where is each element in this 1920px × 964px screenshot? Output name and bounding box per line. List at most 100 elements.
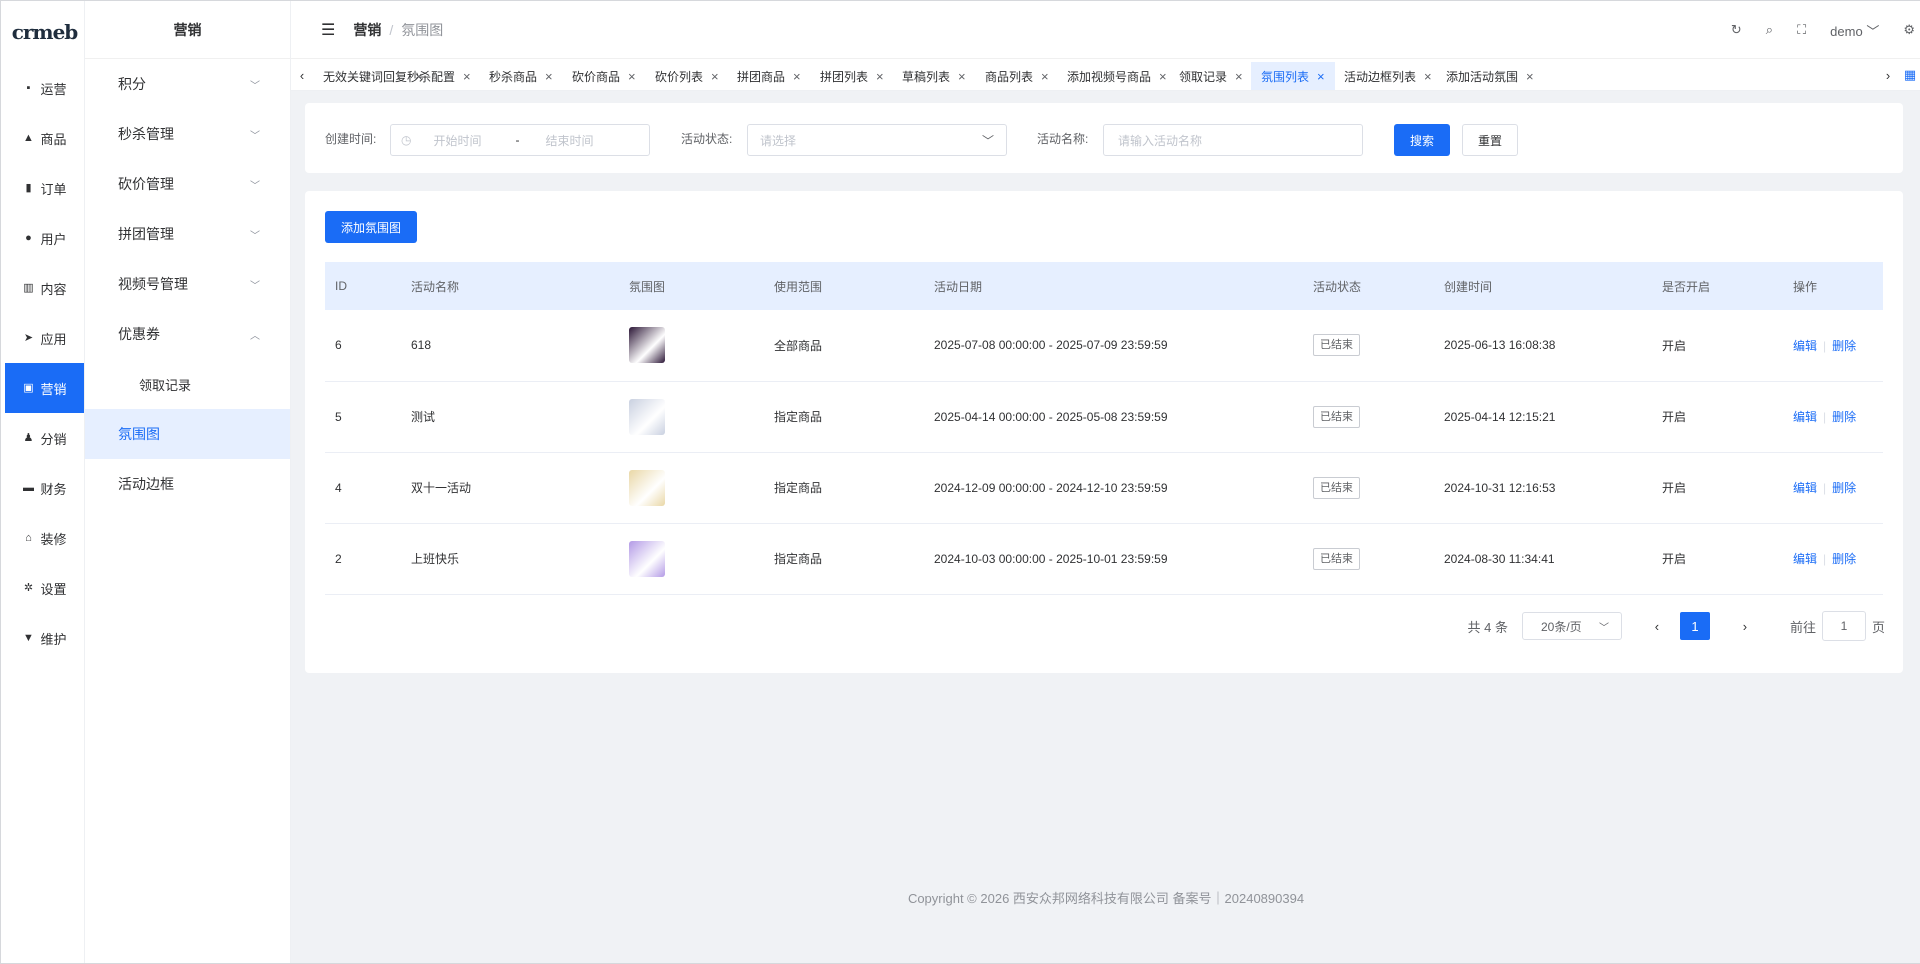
nav-item-gear[interactable]: ✲ 设置 bbox=[5, 563, 84, 613]
prev-page-icon[interactable]: ‹ bbox=[1642, 619, 1672, 634]
column-header: 活动名称 bbox=[401, 262, 619, 310]
close-icon[interactable]: × bbox=[1159, 69, 1167, 84]
menu-group-groupbuy[interactable]: 拼团管理 ﹀ bbox=[85, 209, 290, 259]
share-icon: ♟ bbox=[23, 432, 34, 444]
tab-item[interactable]: 活动边框列表 × bbox=[1334, 62, 1442, 90]
tab-menu-icon[interactable]: ▦ bbox=[1899, 59, 1920, 90]
menu-group-points[interactable]: 积分 ﹀ bbox=[85, 59, 290, 109]
nav-item-bag[interactable]: ▲ 商品 bbox=[5, 113, 84, 163]
nav-item-clipboard[interactable]: ▮ 订单 bbox=[5, 163, 84, 213]
add-atmosphere-button[interactable]: 添加氛围图 bbox=[325, 211, 417, 243]
search-button[interactable]: 搜索 bbox=[1394, 124, 1450, 156]
tab-item[interactable]: 氛围列表 × bbox=[1251, 62, 1335, 90]
menu-item-atmosphere[interactable]: 氛围图 bbox=[85, 409, 290, 459]
tab-item[interactable]: 草稿列表 × bbox=[892, 62, 976, 90]
close-icon[interactable]: × bbox=[628, 69, 636, 84]
menu-item-activity-border[interactable]: 活动边框 bbox=[85, 459, 290, 509]
status-select[interactable]: 请选择 ﹀ bbox=[747, 124, 1007, 156]
close-icon[interactable]: × bbox=[545, 69, 553, 84]
cell-thumbnail bbox=[619, 381, 764, 453]
tab-item[interactable]: 拼团商品 × bbox=[727, 62, 811, 90]
delete-link[interactable]: 删除 bbox=[1832, 410, 1856, 424]
reset-button[interactable]: 重置 bbox=[1462, 124, 1518, 156]
user-menu[interactable]: demo ﹀ bbox=[1830, 21, 1879, 40]
menu-group-label: 视频号管理 bbox=[118, 276, 188, 292]
fullscreen-icon[interactable]: ⛶ bbox=[1797, 22, 1806, 38]
send-icon: ➤ bbox=[23, 332, 34, 344]
delete-link[interactable]: 删除 bbox=[1832, 552, 1856, 566]
atmosphere-thumbnail[interactable] bbox=[629, 540, 665, 577]
close-icon[interactable]: × bbox=[1526, 69, 1534, 84]
menu-toggle-icon[interactable]: ☰ bbox=[321, 20, 335, 40]
nav-item-home[interactable]: ⌂ 装修 bbox=[5, 513, 84, 563]
nav-item-chart[interactable]: ▥ 内容 bbox=[5, 263, 84, 313]
nav-item-tag[interactable]: ▣ 营销 bbox=[5, 363, 84, 413]
edit-link[interactable]: 编辑 bbox=[1793, 339, 1817, 353]
menu-group-seckill[interactable]: 秒杀管理 ﹀ bbox=[85, 109, 290, 159]
cell-date: 2025-04-14 00:00:00 - 2025-05-08 23:59:5… bbox=[924, 381, 1303, 453]
cell-name: 上班快乐 bbox=[401, 523, 619, 595]
tab-item[interactable]: 秒杀配置 × bbox=[397, 62, 481, 90]
tab-label: 秒杀配置 bbox=[407, 69, 456, 84]
tab-item[interactable]: 添加活动氛围 × bbox=[1436, 62, 1544, 90]
goto-page-input[interactable]: 1 bbox=[1821, 611, 1866, 641]
menu-item-claim-records[interactable]: 领取记录 bbox=[85, 359, 290, 409]
clipboard-icon: ▮ bbox=[25, 182, 32, 194]
search-icon[interactable]: ⌕ bbox=[1766, 22, 1773, 38]
tab-label: 无效关键词回复 bbox=[323, 69, 408, 84]
nav-item-label: 订单 bbox=[40, 181, 67, 197]
tab-item[interactable]: 商品列表 × bbox=[975, 62, 1059, 90]
tab-item[interactable]: 拼团列表 × bbox=[810, 62, 894, 90]
atmosphere-thumbnail[interactable] bbox=[629, 327, 665, 364]
nav-item-user[interactable]: ● 用户 bbox=[5, 213, 84, 263]
page-number-current[interactable]: 1 bbox=[1679, 612, 1710, 640]
page-size-select[interactable]: 20条/页 ﹀ bbox=[1521, 612, 1622, 640]
edit-link[interactable]: 编辑 bbox=[1793, 481, 1817, 495]
close-icon[interactable]: × bbox=[1041, 69, 1049, 84]
delete-link[interactable]: 删除 bbox=[1832, 481, 1856, 495]
delete-link[interactable]: 删除 bbox=[1832, 339, 1856, 353]
breadcrumb-item[interactable]: 营销 bbox=[353, 22, 381, 38]
close-icon[interactable]: × bbox=[1235, 69, 1243, 84]
atmosphere-thumbnail[interactable] bbox=[629, 398, 665, 435]
nav-item-wallet[interactable]: ▬ 财务 bbox=[5, 463, 84, 513]
nav-item-grid[interactable]: ▪ 运营 bbox=[5, 63, 84, 113]
close-icon[interactable]: × bbox=[958, 69, 966, 84]
nav-item-tool[interactable]: ▼ 维护 bbox=[5, 613, 84, 663]
gear-icon: ✲ bbox=[23, 582, 34, 594]
tab-scroll-left-icon[interactable]: ‹ bbox=[291, 59, 313, 90]
next-page-icon[interactable]: › bbox=[1730, 619, 1760, 634]
name-input[interactable]: 请输入活动名称 bbox=[1103, 124, 1363, 156]
tab-item[interactable]: 砍价列表 × bbox=[645, 62, 729, 90]
close-icon[interactable]: × bbox=[876, 69, 884, 84]
tab-item[interactable]: 领取记录 × bbox=[1169, 62, 1253, 90]
menu-group-channels[interactable]: 视频号管理 ﹀ bbox=[85, 259, 290, 309]
close-icon[interactable]: × bbox=[793, 69, 801, 84]
refresh-icon[interactable]: ↻ bbox=[1731, 22, 1742, 38]
cell-thumbnail bbox=[619, 452, 764, 524]
menu-group-bargain[interactable]: 砍价管理 ﹀ bbox=[85, 159, 290, 209]
breadcrumb: 营销 / 氛围图 bbox=[353, 20, 443, 40]
created-time-range[interactable]: ◷ 开始时间 - 结束时间 bbox=[390, 124, 650, 156]
page-size-value: 20条/页 bbox=[1540, 619, 1582, 634]
close-icon[interactable]: × bbox=[1317, 69, 1325, 84]
nav-item-send[interactable]: ➤ 应用 bbox=[5, 313, 84, 363]
settings-gear-icon[interactable]: ⚙ bbox=[1903, 22, 1915, 38]
list-panel: 添加氛围图 ID 活动名称 氛围图 使用范围 活动日期 活动状态 创建时间 是否… bbox=[305, 191, 1903, 673]
nav-item-share[interactable]: ♟ 分销 bbox=[5, 413, 84, 463]
cell-date: 2025-07-08 00:00:00 - 2025-07-09 23:59:5… bbox=[924, 310, 1303, 382]
status-badge: 已结束 bbox=[1313, 405, 1360, 428]
tab-item[interactable]: 秒杀商品 × bbox=[479, 62, 563, 90]
tab-item[interactable]: 砍价商品 × bbox=[562, 62, 646, 90]
menu-group-coupon[interactable]: 优惠券 ︿ bbox=[85, 309, 290, 359]
close-icon[interactable]: × bbox=[1424, 69, 1432, 84]
atmosphere-thumbnail[interactable] bbox=[629, 469, 665, 506]
tab-item[interactable]: 添加视频号商品 × bbox=[1057, 62, 1177, 90]
close-icon[interactable]: × bbox=[463, 69, 471, 84]
edit-link[interactable]: 编辑 bbox=[1793, 552, 1817, 566]
edit-link[interactable]: 编辑 bbox=[1793, 410, 1817, 424]
close-icon[interactable]: × bbox=[711, 69, 719, 84]
nav-item-label: 设置 bbox=[40, 581, 67, 597]
tab-scroll-right-icon[interactable]: › bbox=[1877, 59, 1899, 90]
nav-item-label: 应用 bbox=[40, 331, 67, 347]
